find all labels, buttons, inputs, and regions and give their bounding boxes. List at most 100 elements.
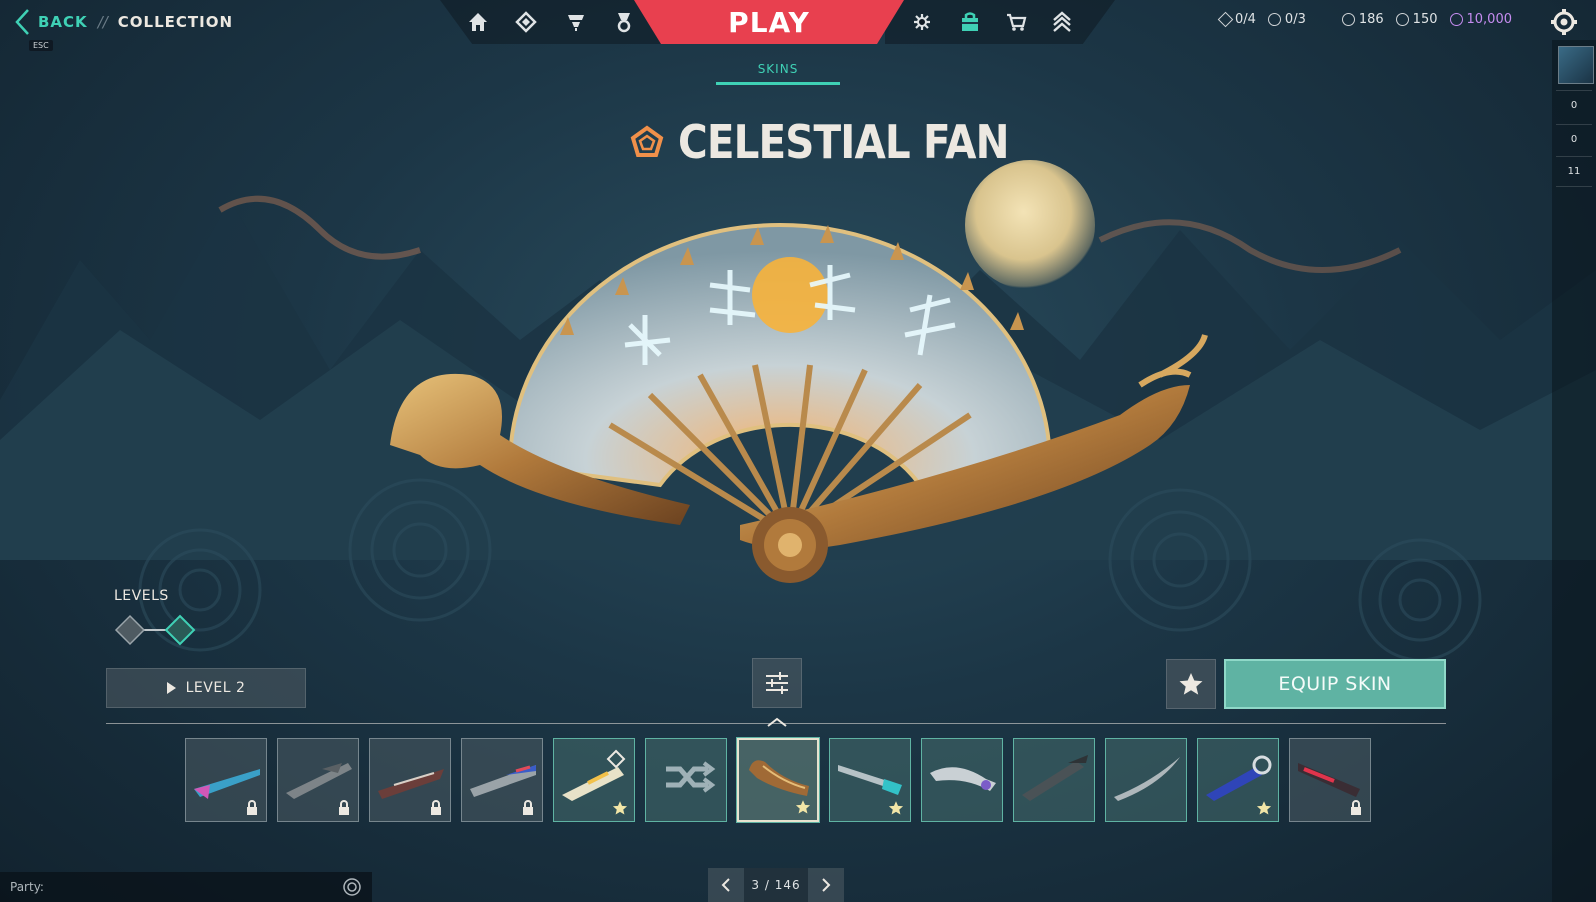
skin-thumbnail xyxy=(1022,755,1088,801)
social-icon[interactable] xyxy=(910,10,934,34)
favorite-star-icon xyxy=(888,800,904,816)
skin-thumbnail xyxy=(1298,763,1360,797)
skin-card[interactable] xyxy=(185,738,267,822)
skin-name: CELESTIAL FAN xyxy=(678,115,1010,169)
strip-caret-icon xyxy=(767,717,787,727)
skin-card[interactable] xyxy=(1289,738,1371,822)
party-bar[interactable]: Party: xyxy=(0,872,372,902)
free-agents-counter[interactable]: 0/4 xyxy=(1217,11,1256,28)
battlepass-icon[interactable] xyxy=(612,10,636,34)
filter-button[interactable] xyxy=(752,658,802,708)
celestial-fan-weapon-art[interactable] xyxy=(360,215,1220,595)
breadcrumb: BACK // COLLECTION xyxy=(14,8,233,36)
level-2-diamond[interactable] xyxy=(164,614,196,646)
valorant-points[interactable]: 186 xyxy=(1341,12,1384,27)
collection-icon[interactable] xyxy=(958,10,982,34)
lock-icon xyxy=(244,800,260,816)
skin-thumbnail xyxy=(378,769,444,799)
radianite-icon xyxy=(1395,13,1409,26)
tier-pentagon-icon xyxy=(630,125,664,157)
skin-thumbnail xyxy=(838,765,902,795)
level-track xyxy=(114,614,196,646)
skin-title: CELESTIAL FAN xyxy=(630,115,1054,169)
player-avatar[interactable] xyxy=(1558,46,1594,84)
prev-page-button[interactable] xyxy=(708,868,744,902)
rail-count-3: 11 xyxy=(1567,166,1581,177)
rail-divider xyxy=(1556,124,1592,125)
skin-card[interactable] xyxy=(369,738,451,822)
shuffle-icon xyxy=(666,761,716,793)
skin-card[interactable] xyxy=(1105,738,1187,822)
party-label: Party: xyxy=(10,880,44,894)
kingdom-credits-icon xyxy=(1449,13,1463,26)
tab-skins-underline xyxy=(716,82,840,85)
equip-skin-button[interactable]: EQUIP SKIN xyxy=(1224,659,1446,709)
kingdom-badge-counter[interactable]: 0/3 xyxy=(1267,12,1306,27)
settings-gear-icon[interactable] xyxy=(1550,8,1578,36)
pagination: 3 / 146 xyxy=(708,868,844,902)
skin-thumbnail xyxy=(194,769,260,799)
skin-thumbnail xyxy=(286,763,352,799)
kingdom-badge-icon xyxy=(1267,13,1281,26)
skin-card[interactable] xyxy=(921,738,1003,822)
skin-card[interactable] xyxy=(1197,738,1279,822)
level-button-label: LEVEL 2 xyxy=(185,680,246,696)
levels-label: LEVELS xyxy=(114,588,169,604)
skin-card[interactable] xyxy=(461,738,543,822)
lock-icon xyxy=(520,800,536,816)
skin-strip xyxy=(185,737,1371,823)
skin-card[interactable] xyxy=(1013,738,1095,822)
rail-count-1: 0 xyxy=(1570,100,1578,111)
skin-thumbnail xyxy=(1114,757,1180,801)
skin-card[interactable] xyxy=(277,738,359,822)
skin-card[interactable] xyxy=(553,738,635,822)
lock-icon xyxy=(1348,800,1364,816)
skin-card[interactable] xyxy=(829,738,911,822)
free-agents-icon xyxy=(1217,11,1234,28)
party-chat-icon[interactable] xyxy=(342,877,362,897)
favorite-star-icon xyxy=(1256,800,1272,816)
rail-divider xyxy=(1556,156,1592,157)
home-icon[interactable] xyxy=(466,10,490,34)
skin-thumbnail xyxy=(749,760,809,796)
next-page-button[interactable] xyxy=(808,868,844,902)
skin-thumbnail xyxy=(930,767,996,791)
favorite-star-icon xyxy=(612,800,628,816)
chevron-left-icon xyxy=(721,878,730,892)
skin-thumbnail xyxy=(470,765,536,797)
rail-divider xyxy=(1556,186,1592,187)
skin-thumbnail xyxy=(562,749,626,801)
valorant-points-icon xyxy=(1341,13,1355,26)
sliders-icon xyxy=(766,672,788,694)
back-label: BACK xyxy=(38,13,88,31)
favorite-star-icon xyxy=(795,799,811,815)
skin-card-random[interactable] xyxy=(645,738,727,822)
agents-icon[interactable] xyxy=(514,10,538,34)
chevron-right-icon xyxy=(822,878,831,892)
kingdom-credits[interactable]: 10,000 xyxy=(1449,12,1512,27)
page-indicator: 3 / 146 xyxy=(744,868,808,902)
play-button[interactable]: PLAY xyxy=(634,0,904,44)
top-nav: PLAY xyxy=(430,0,1115,44)
store-icon[interactable] xyxy=(1004,10,1028,34)
esc-hint: ESC xyxy=(29,40,53,51)
back-arrow-icon xyxy=(15,9,29,35)
star-icon xyxy=(1179,673,1203,695)
back-button[interactable]: BACK xyxy=(14,8,88,36)
breadcrumb-separator: // xyxy=(97,13,108,31)
level-1-diamond[interactable] xyxy=(114,614,146,646)
rail-count-2: 0 xyxy=(1570,134,1578,145)
rank-icon[interactable] xyxy=(1050,10,1074,34)
play-level-button[interactable]: LEVEL 2 xyxy=(106,668,306,708)
lock-icon xyxy=(336,800,352,816)
skin-card-selected[interactable] xyxy=(736,737,820,823)
career-icon[interactable] xyxy=(564,10,588,34)
tab-skins[interactable]: SKINS xyxy=(716,62,840,76)
lock-icon xyxy=(428,800,444,816)
right-sidebar: 0 0 11 xyxy=(1552,40,1596,902)
breadcrumb-collection: COLLECTION xyxy=(117,13,234,31)
skin-thumbnail xyxy=(1206,755,1272,801)
radianite-points[interactable]: 150 xyxy=(1395,12,1438,27)
favorite-button[interactable] xyxy=(1166,659,1216,709)
play-triangle-icon xyxy=(166,682,176,694)
